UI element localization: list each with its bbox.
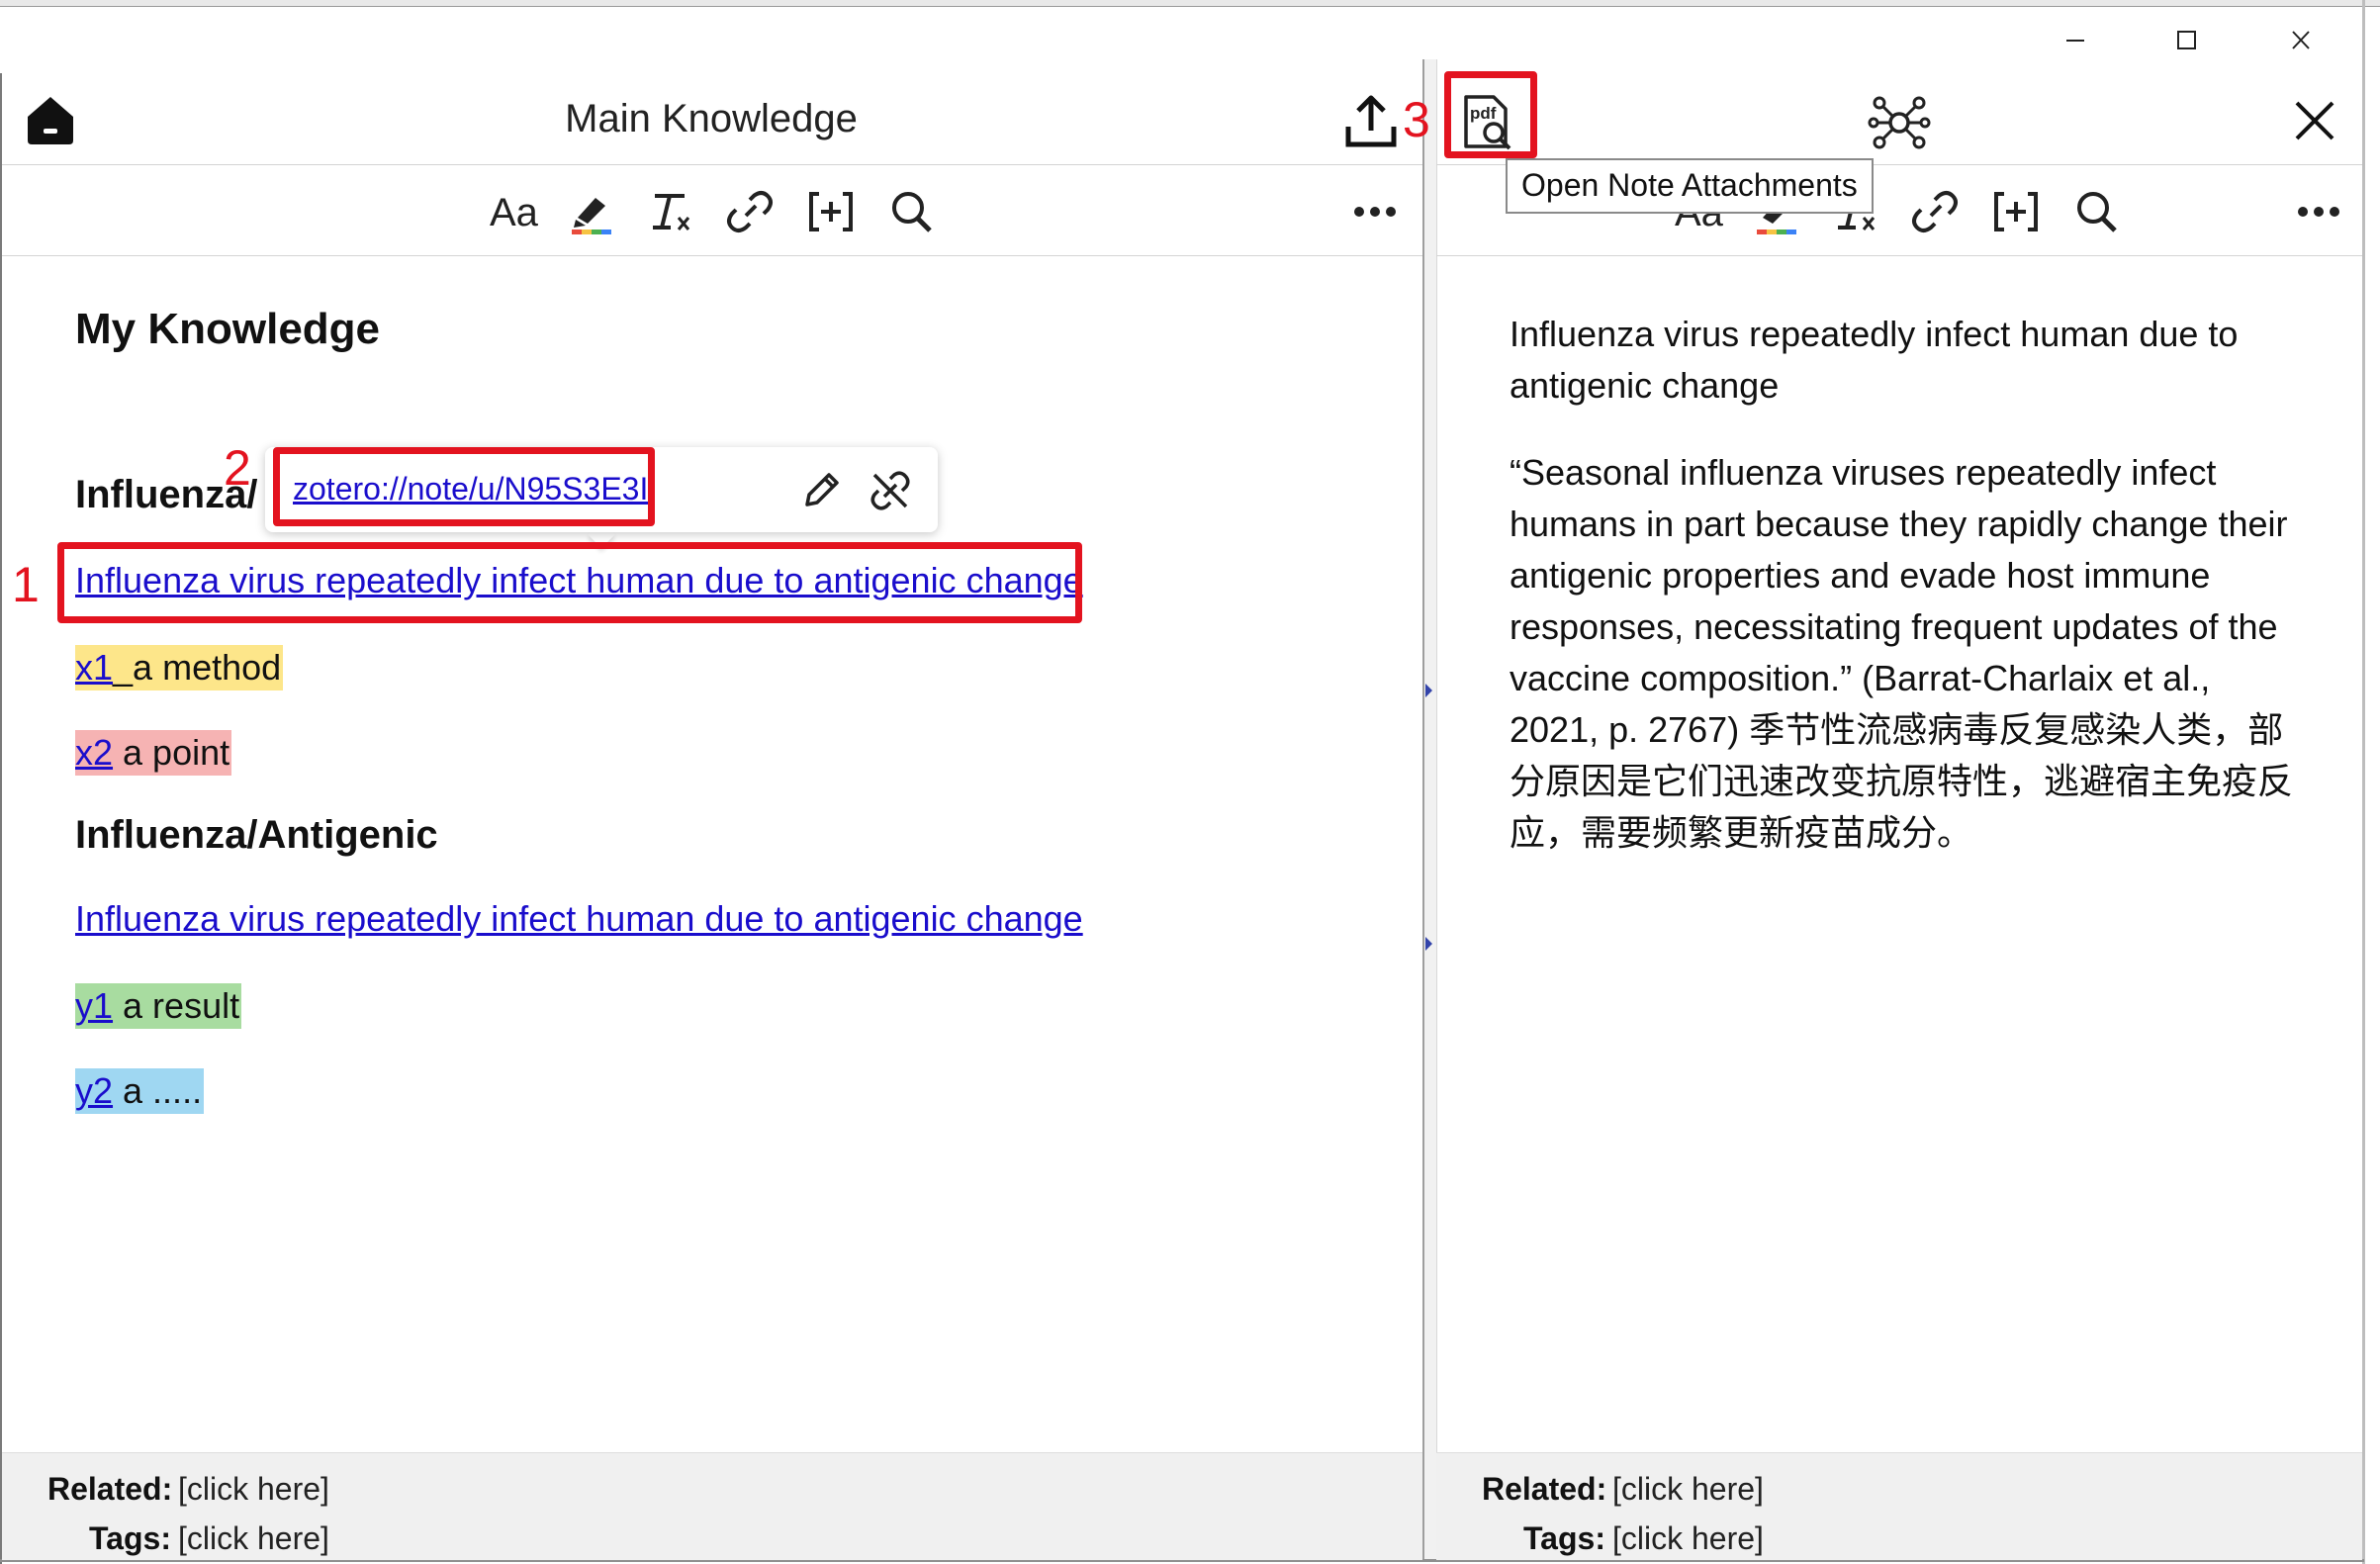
list-item: x1_a method (75, 645, 284, 690)
annotation-body-line: “Seasonal influenza viruses repeatedly i… (1510, 452, 2217, 493)
minimize-button[interactable] (2046, 24, 2105, 57)
more-dots-icon (1354, 207, 1396, 217)
annotation-box-3 (1444, 71, 1537, 158)
related-graph-button[interactable] (1868, 91, 1931, 154)
close-pane-button[interactable] (2291, 97, 2338, 144)
highlighted-item: y1 a result (75, 983, 242, 1029)
item-link[interactable]: y1 (75, 985, 113, 1026)
maximize-icon (2177, 31, 2196, 49)
more-dots-icon (2298, 207, 2339, 217)
highlighted-item: x1_a method (75, 645, 284, 690)
unlink-icon (870, 471, 910, 510)
highlighter-icon (572, 198, 611, 234)
pane-splitter[interactable] (1422, 59, 1437, 1559)
find-button[interactable] (2071, 188, 2123, 235)
section-heading-antigenic: Influenza/Antigenic (75, 813, 438, 857)
link-icon (1912, 191, 1958, 232)
right-footer: Related: [click here] Tags: [click here] (1436, 1452, 2362, 1560)
note-link-antigenic[interactable]: Influenza virus repeatedly infect human … (75, 898, 1083, 940)
export-button[interactable] (1341, 93, 1401, 152)
tooltip: Open Note Attachments (1506, 158, 1874, 214)
highlighted-item: x2 a point (75, 730, 232, 776)
insert-citation-icon (1994, 192, 2038, 231)
related-link[interactable]: [click here] (178, 1471, 329, 1508)
close-icon (2295, 101, 2334, 140)
item-text: a result (113, 985, 240, 1026)
edit-link-button[interactable] (799, 469, 843, 512)
close-window-button[interactable] (2271, 24, 2331, 57)
close-icon (2292, 31, 2310, 49)
note-title: Main Knowledge (565, 97, 858, 140)
annotation-body-line: 分原因是它们迅速改变抗原特性，逃避宿主免疫反 (1510, 761, 2294, 801)
annotation-box-1 (57, 542, 1082, 623)
list-item: y1 a result (75, 983, 242, 1029)
more-options-button[interactable] (2293, 188, 2344, 235)
unlink-button[interactable] (869, 469, 912, 512)
related-link[interactable]: [click here] (1612, 1471, 1764, 1508)
item-link[interactable]: y2 (75, 1070, 113, 1111)
tags-link[interactable]: [click here] (1612, 1520, 1764, 1557)
left-formatting-toolbar: Aa (2, 166, 1422, 256)
tags-label: Tags: (89, 1520, 171, 1556)
left-footer: Related: [click here] Tags: [click here] (2, 1452, 1422, 1560)
window-right-edge (2362, 0, 2365, 1564)
item-link[interactable]: x2 (75, 732, 113, 773)
annotation-title: Influenza virus repeatedly infect human … (1510, 309, 2321, 412)
export-icon (1345, 95, 1397, 147)
text-size-icon: Aa (490, 191, 538, 234)
insert-citation-button[interactable] (1990, 188, 2042, 235)
item-text: a point (113, 732, 230, 773)
pencil-icon (805, 473, 839, 506)
annotation-body-line: antigenic properties and evade host immu… (1510, 555, 2211, 596)
insert-link-button[interactable] (724, 188, 776, 235)
annotation-number-3: 3 (1403, 92, 1430, 147)
window-left-edge (0, 73, 2, 1564)
clear-format-icon (653, 194, 690, 230)
insert-citation-icon (809, 192, 853, 231)
insert-link-button[interactable] (1909, 188, 1961, 235)
annotation-body-line: responses, necessitating frequent update… (1510, 606, 2278, 647)
annotation-title-line: Influenza virus repeatedly infect human … (1510, 314, 2239, 354)
annotation-body-line: vaccine composition.” (Barrat-Charlaix e… (1510, 658, 2211, 698)
note-heading: My Knowledge (75, 305, 381, 353)
annotation-body: “Seasonal influenza viruses repeatedly i… (1510, 447, 2350, 859)
annotation-body-line: 2021, p. 2767) 季节性流感病毒反复感染人类，部 (1510, 709, 2284, 750)
related-label: Related: (47, 1471, 173, 1507)
tags-label: Tags: (1523, 1520, 1605, 1556)
annotation-title-line: antigenic change (1510, 365, 1780, 406)
highlighted-item: y2 a ..... (75, 1068, 205, 1114)
text-format-button[interactable]: Aa (487, 188, 538, 235)
list-item: x2 a point (75, 730, 232, 776)
collapse-arrow-icon (1425, 684, 1432, 697)
tags-link[interactable]: [click here] (178, 1520, 329, 1557)
related-label: Related: (1482, 1471, 1607, 1507)
item-text: a ..... (113, 1070, 203, 1111)
insert-citation-button[interactable] (805, 188, 857, 235)
find-button[interactable] (886, 188, 938, 235)
window-top-edge (0, 0, 2380, 7)
minimize-icon (2066, 40, 2084, 42)
more-options-button[interactable] (1349, 188, 1401, 235)
clear-formatting-button[interactable] (645, 188, 696, 235)
maximize-button[interactable] (2156, 24, 2216, 57)
search-icon (2077, 192, 2117, 232)
annotation-box-2 (273, 447, 655, 526)
search-icon (892, 192, 932, 232)
svg-text:Aa: Aa (490, 191, 538, 234)
annotation-body-line: humans in part because they rapidly chan… (1510, 504, 2288, 544)
list-item: y2 a ..... (75, 1068, 205, 1114)
annotation-number-1: 1 (12, 557, 40, 612)
annotation-number-2: 2 (224, 440, 251, 496)
annotation-body-line: 应，需要频繁更新疫苗成分。 (1510, 812, 1973, 853)
link-icon (727, 191, 773, 232)
item-link[interactable]: x1 (75, 647, 113, 688)
network-graph-icon (1868, 96, 1931, 149)
highlight-button[interactable] (566, 188, 617, 235)
item-text: _a method (113, 647, 282, 688)
expand-arrow-icon (1425, 937, 1432, 951)
